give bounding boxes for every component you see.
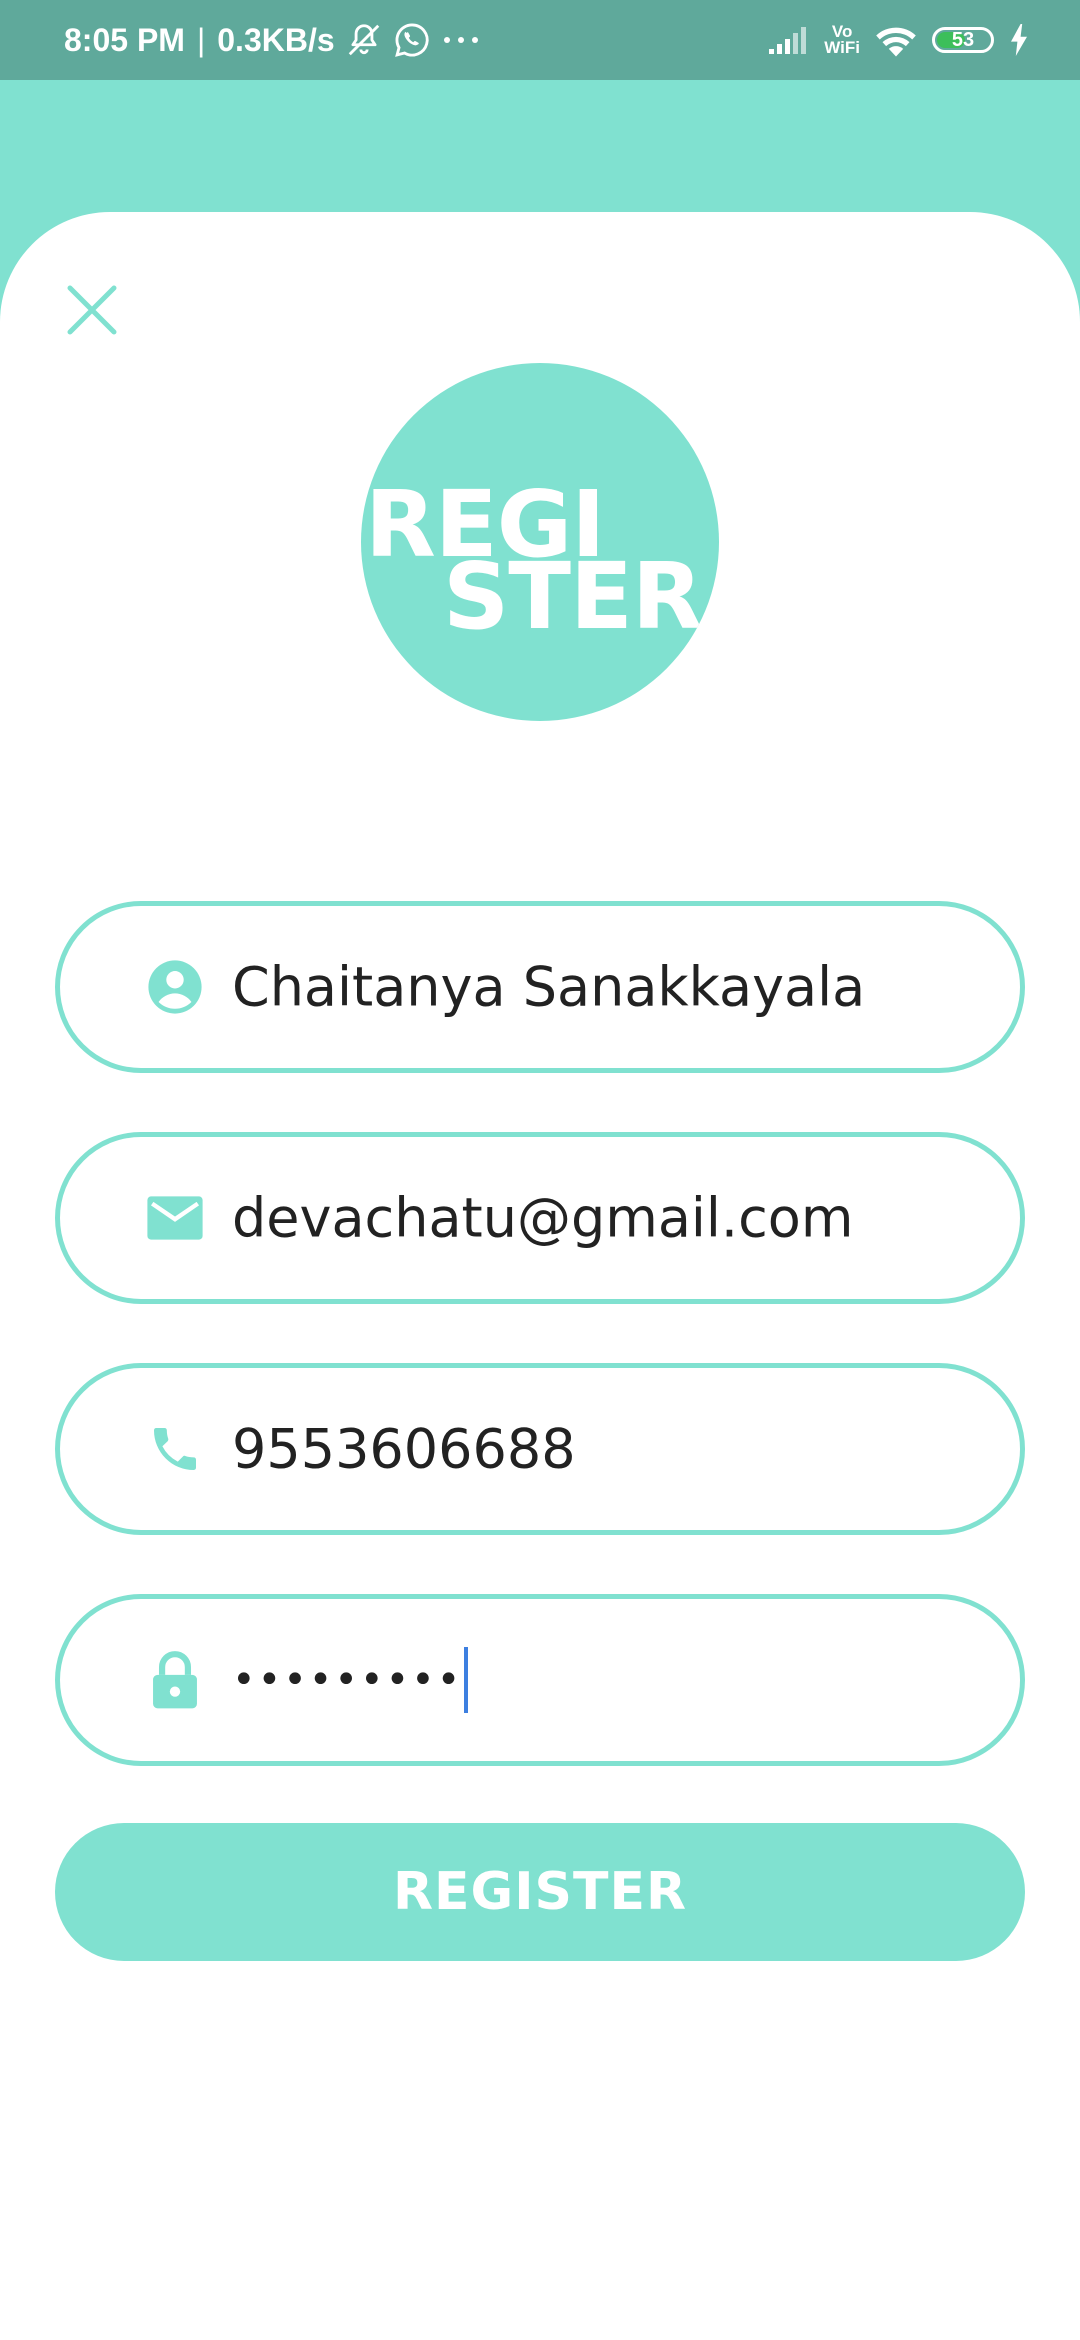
close-button[interactable] [62, 280, 122, 340]
status-right: Vo WiFi 53 [768, 0, 1030, 80]
mute-icon [345, 21, 383, 59]
status-time: 8:05 PM [64, 21, 185, 58]
password-field[interactable]: ••••••••• [55, 1594, 1025, 1766]
email-value: devachatu@gmail.com [232, 1186, 854, 1250]
lock-icon [144, 1649, 206, 1711]
name-field[interactable]: Chaitanya Sanakkayala [55, 901, 1025, 1073]
status-separator: | [196, 21, 206, 58]
register-button-label: REGISTER [392, 1862, 688, 1922]
signal-icon [768, 25, 810, 55]
register-button[interactable]: REGISTER [55, 1823, 1025, 1961]
wifi-icon [874, 22, 918, 58]
battery-icon: 53 [932, 27, 994, 53]
email-field[interactable]: devachatu@gmail.com [55, 1132, 1025, 1304]
vowifi-indicator: Vo WiFi [824, 23, 860, 57]
network-speed: 0.3KB/s [217, 21, 335, 58]
whatsapp-icon [393, 21, 431, 59]
register-logo: REGI STER [361, 363, 719, 721]
name-value: Chaitanya Sanakkayala [232, 955, 866, 1019]
phone-field[interactable]: 9553606688 [55, 1363, 1025, 1535]
account-circle-icon [144, 956, 206, 1018]
text-caret [464, 1647, 469, 1713]
logo-line-2: STER [443, 543, 703, 650]
status-left: 8:05 PM | 0.3KB/s [64, 0, 481, 80]
password-dots: ••••••••• [232, 1657, 463, 1703]
status-bar: 8:05 PM | 0.3KB/s Vo WiFi 53 [0, 0, 1080, 80]
phone-value: 9553606688 [232, 1417, 576, 1481]
more-dots-icon [441, 34, 481, 46]
battery-level: 53 [951, 28, 975, 51]
phone-icon [144, 1418, 206, 1480]
wifi-label: WiFi [824, 38, 860, 57]
charging-icon [1008, 24, 1030, 56]
mail-icon [144, 1187, 206, 1249]
close-icon [67, 285, 117, 335]
password-value: ••••••••• [232, 1647, 469, 1713]
